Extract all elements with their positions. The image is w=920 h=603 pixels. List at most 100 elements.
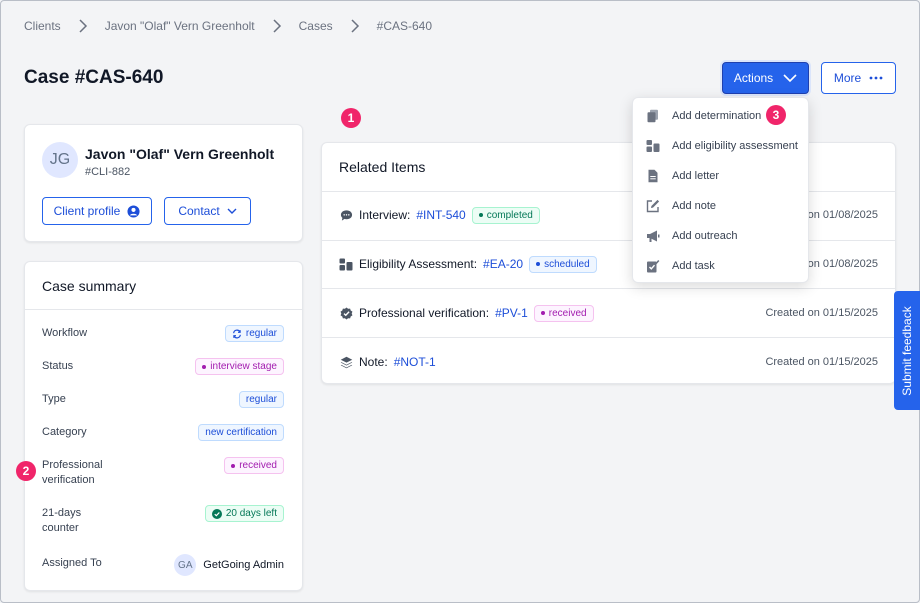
chat-bubble-icon [339, 208, 353, 222]
assignee-avatar: GA [174, 554, 197, 576]
megaphone-icon [647, 230, 660, 242]
actions-dropdown-menu: Add determination Add eligibility assess… [632, 97, 809, 283]
menu-item-add-task[interactable]: Add task [633, 251, 808, 281]
related-item-badge: scheduled [529, 255, 597, 273]
breadcrumb-client[interactable]: Javon "Olaf" Vern Greenholt [105, 19, 255, 33]
related-items-title: Related Items [339, 159, 426, 175]
client-avatar: JG [42, 142, 78, 178]
related-item-date: on 01/08/2025 [807, 258, 878, 270]
client-id: #CLI-882 [85, 166, 131, 178]
submit-feedback-label: Submit feedback [900, 305, 914, 396]
status-badge: interview stage [195, 358, 284, 375]
edit-note-icon [646, 199, 660, 213]
more-button[interactable]: More [821, 62, 896, 94]
menu-item-label: Add note [672, 200, 717, 212]
type-badge: regular [238, 391, 284, 408]
step-marker-2: 2 [16, 461, 36, 481]
layers-icon [339, 355, 353, 369]
document-icon [648, 169, 658, 183]
dot-icon [231, 463, 236, 468]
user-circle-icon [127, 204, 140, 218]
assessment-icon [339, 257, 353, 271]
contact-button[interactable]: Contact [164, 197, 251, 225]
summary-label-status: Status [42, 360, 74, 372]
menu-item-add-letter[interactable]: Add letter [633, 161, 808, 191]
divider [322, 191, 895, 192]
menu-item-label: Add letter [672, 170, 720, 182]
contact-label: Contact [178, 204, 220, 218]
workflow-badge: regular [224, 325, 284, 342]
chevron-down-icon [783, 73, 797, 82]
related-item-date: Created on 01/15/2025 [765, 307, 878, 319]
dot-icon [202, 364, 207, 369]
summary-label-assigned: Assigned To [42, 557, 102, 569]
counter-badge: 20 days left [204, 505, 284, 522]
ellipsis-icon [869, 76, 883, 80]
actions-label: Actions [733, 71, 774, 85]
divider [322, 337, 895, 338]
category-value: new certification [205, 427, 277, 438]
breadcrumb-current: #CAS-640 [376, 19, 433, 33]
related-item: Eligibility Assessment: #EA-20 scheduled [339, 254, 597, 274]
summary-label-counter: 21-days counter [42, 507, 82, 534]
assigned-to: GA GetGoing Admin [174, 554, 284, 576]
task-checklist-icon [647, 259, 660, 273]
submit-feedback-tab[interactable]: Submit feedback [894, 291, 920, 410]
related-item-badge-label: completed [486, 209, 533, 221]
case-summary-card: Case summary Workflow regular Status int… [24, 261, 303, 591]
breadcrumb-cases[interactable]: Cases [299, 19, 333, 33]
workflow-value: regular [245, 328, 277, 339]
related-item-badge: completed [471, 206, 540, 224]
counter-value: 20 days left [225, 508, 277, 519]
assignee-name: GetGoing Admin [203, 559, 284, 571]
related-item: Note: #NOT-1 [339, 352, 436, 372]
client-profile-label: Client profile [53, 204, 121, 218]
verified-badge-icon [339, 306, 353, 320]
summary-label-category: Category [42, 426, 87, 438]
chevron-right-icon [351, 19, 359, 33]
menu-item-label: Add eligibility assessment [672, 140, 798, 152]
page-title: Case #CAS-640 [24, 67, 164, 88]
related-item-date: on 01/08/2025 [807, 209, 878, 221]
related-items-card: Related Items Interview: #INT-540 comple… [321, 142, 896, 384]
client-name: Javon "Olaf" Vern Greenholt [85, 146, 275, 162]
refresh-icon [232, 329, 241, 338]
related-item: Professional verification: #PV-1 receive… [339, 303, 594, 323]
summary-label-type: Type [42, 393, 66, 405]
menu-item-add-note[interactable]: Add note [633, 191, 808, 221]
related-item-badge-label: received [548, 307, 587, 319]
related-item-link[interactable]: #EA-20 [483, 257, 523, 271]
menu-item-add-eligibility-assessment[interactable]: Add eligibility assessment [633, 131, 808, 161]
related-item-date: Created on 01/15/2025 [765, 356, 878, 368]
related-item-link[interactable]: #NOT-1 [394, 355, 436, 369]
chevron-right-icon [79, 19, 87, 33]
professional-verification-value: received [239, 460, 277, 471]
related-item-badge-label: scheduled [544, 258, 590, 270]
related-item-link[interactable]: #INT-540 [416, 208, 465, 222]
step-marker-1: 1 [341, 108, 361, 128]
related-item: Interview: #INT-540 completed [339, 205, 540, 225]
category-badge: new certification [198, 424, 284, 441]
related-item-link[interactable]: #PV-1 [495, 306, 528, 320]
dot-icon [540, 311, 545, 315]
client-card: JG Javon "Olaf" Vern Greenholt #CLI-882 … [24, 124, 303, 242]
case-summary-title: Case summary [42, 278, 137, 294]
dot-icon [478, 213, 483, 217]
status-value: interview stage [210, 361, 277, 372]
assessment-icon [646, 140, 660, 152]
divider [322, 240, 895, 241]
summary-label-professional-verification: Professional verification [42, 459, 103, 486]
actions-button[interactable]: Actions [722, 62, 809, 94]
breadcrumb-clients[interactable]: Clients [24, 19, 61, 33]
divider [25, 309, 302, 310]
summary-label-workflow: Workflow [42, 327, 88, 339]
divider [322, 288, 895, 289]
more-label: More [833, 71, 862, 85]
related-item-type: Note: [359, 355, 388, 369]
step-marker-3: 3 [766, 105, 786, 125]
copy-document-icon [647, 109, 658, 123]
chevron-right-icon [273, 19, 281, 33]
menu-item-add-outreach[interactable]: Add outreach [633, 221, 808, 251]
client-profile-button[interactable]: Client profile [42, 197, 152, 225]
chevron-down-icon [227, 208, 237, 214]
